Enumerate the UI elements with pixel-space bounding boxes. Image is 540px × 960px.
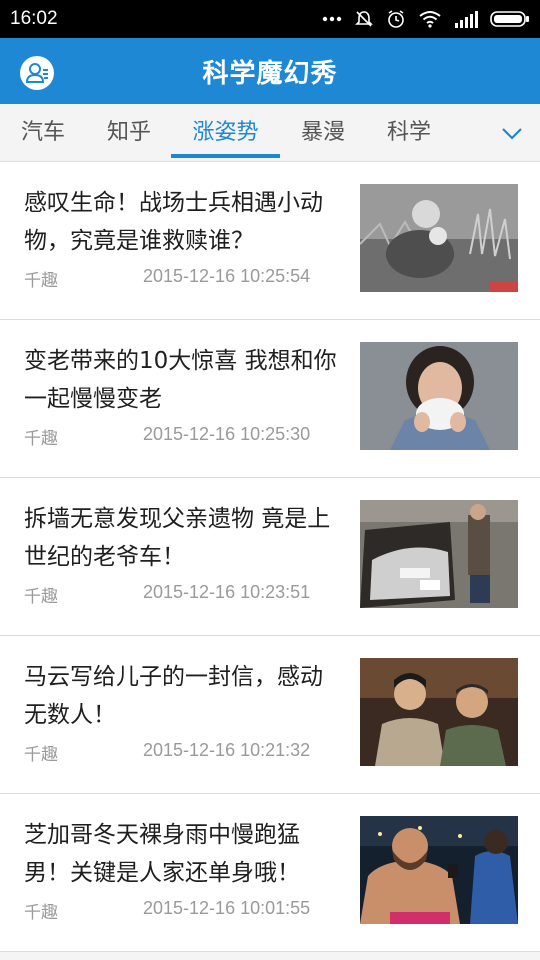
list-item[interactable]: 芝加哥冬天裸身雨中慢跑猛男！关键是人家还单身哦！ 千趣 2015-12-16 1… bbox=[0, 794, 540, 952]
news-source: 千趣 bbox=[24, 903, 58, 923]
list-item[interactable]: 变老带来的10大惊喜 我想和你一起慢慢变老 千趣 2015-12-16 10:2… bbox=[0, 320, 540, 478]
list-item[interactable]: 马云写给儿子的一封信，感动无数人！ 千趣 2015-12-16 10:21:32 bbox=[0, 636, 540, 794]
battery-icon bbox=[490, 11, 530, 27]
status-bar: 16:02 bbox=[0, 0, 540, 38]
news-source: 千趣 bbox=[24, 587, 58, 607]
news-time: 2015-12-16 10:21:32 bbox=[143, 740, 311, 760]
news-title: 变老带来的10大惊喜 我想和你一起慢慢变老 bbox=[24, 348, 337, 412]
news-time: 2015-12-16 10:23:51 bbox=[143, 582, 311, 602]
two-men-portrait-photo bbox=[360, 658, 518, 766]
news-time: 2015-12-16 10:25:54 bbox=[143, 266, 311, 286]
tab-science[interactable]: 科学 bbox=[380, 104, 438, 162]
shirtless-runner-interview-photo bbox=[360, 816, 518, 924]
user-profile-icon[interactable] bbox=[20, 56, 54, 90]
tab-cars[interactable]: 汽车 bbox=[14, 104, 72, 162]
news-title: 感叹生命！战场士兵相遇小动物，究竟是谁救赎谁？ bbox=[24, 190, 323, 254]
tab-zhihu[interactable]: 知乎 bbox=[100, 104, 158, 162]
news-source: 千趣 bbox=[24, 429, 58, 449]
old-car-in-wall-photo bbox=[360, 500, 518, 608]
news-time: 2015-12-16 10:25:30 bbox=[143, 424, 311, 444]
wifi-icon bbox=[418, 10, 442, 28]
list-item[interactable]: 感叹生命！战场士兵相遇小动物，究竟是谁救赎谁？ 千趣 2015-12-16 10… bbox=[0, 162, 540, 320]
status-icons bbox=[322, 9, 530, 29]
news-title: 拆墙无意发现父亲遗物 竟是上世纪的老爷车！ bbox=[24, 506, 331, 570]
soldier-with-kitten-photo bbox=[360, 184, 518, 292]
mute-icon bbox=[354, 9, 374, 29]
app-title: 科学魔幻秀 bbox=[202, 58, 338, 89]
woman-with-tissue-photo bbox=[360, 342, 518, 450]
signal-icon bbox=[454, 10, 478, 28]
news-source: 千趣 bbox=[24, 745, 58, 765]
alarm-icon bbox=[386, 9, 406, 29]
news-source: 千趣 bbox=[24, 271, 58, 291]
news-title: 马云写给儿子的一封信，感动无数人！ bbox=[24, 664, 323, 728]
active-tab-indicator bbox=[171, 154, 280, 158]
tab-comics[interactable]: 暴漫 bbox=[294, 104, 352, 162]
more-dots-icon bbox=[322, 16, 342, 22]
status-time: 16:02 bbox=[10, 8, 58, 29]
news-time: 2015-12-16 10:01:55 bbox=[143, 898, 311, 918]
chevron-down-icon[interactable] bbox=[500, 122, 524, 146]
news-title: 芝加哥冬天裸身雨中慢跑猛男！关键是人家还单身哦！ bbox=[24, 822, 300, 886]
app-header: 科学魔幻秀 bbox=[0, 38, 540, 104]
list-item[interactable]: 拆墙无意发现父亲遗物 竟是上世纪的老爷车！ 千趣 2015-12-16 10:2… bbox=[0, 478, 540, 636]
news-list: 感叹生命！战场士兵相遇小动物，究竟是谁救赎谁？ 千趣 2015-12-16 10… bbox=[0, 162, 540, 952]
